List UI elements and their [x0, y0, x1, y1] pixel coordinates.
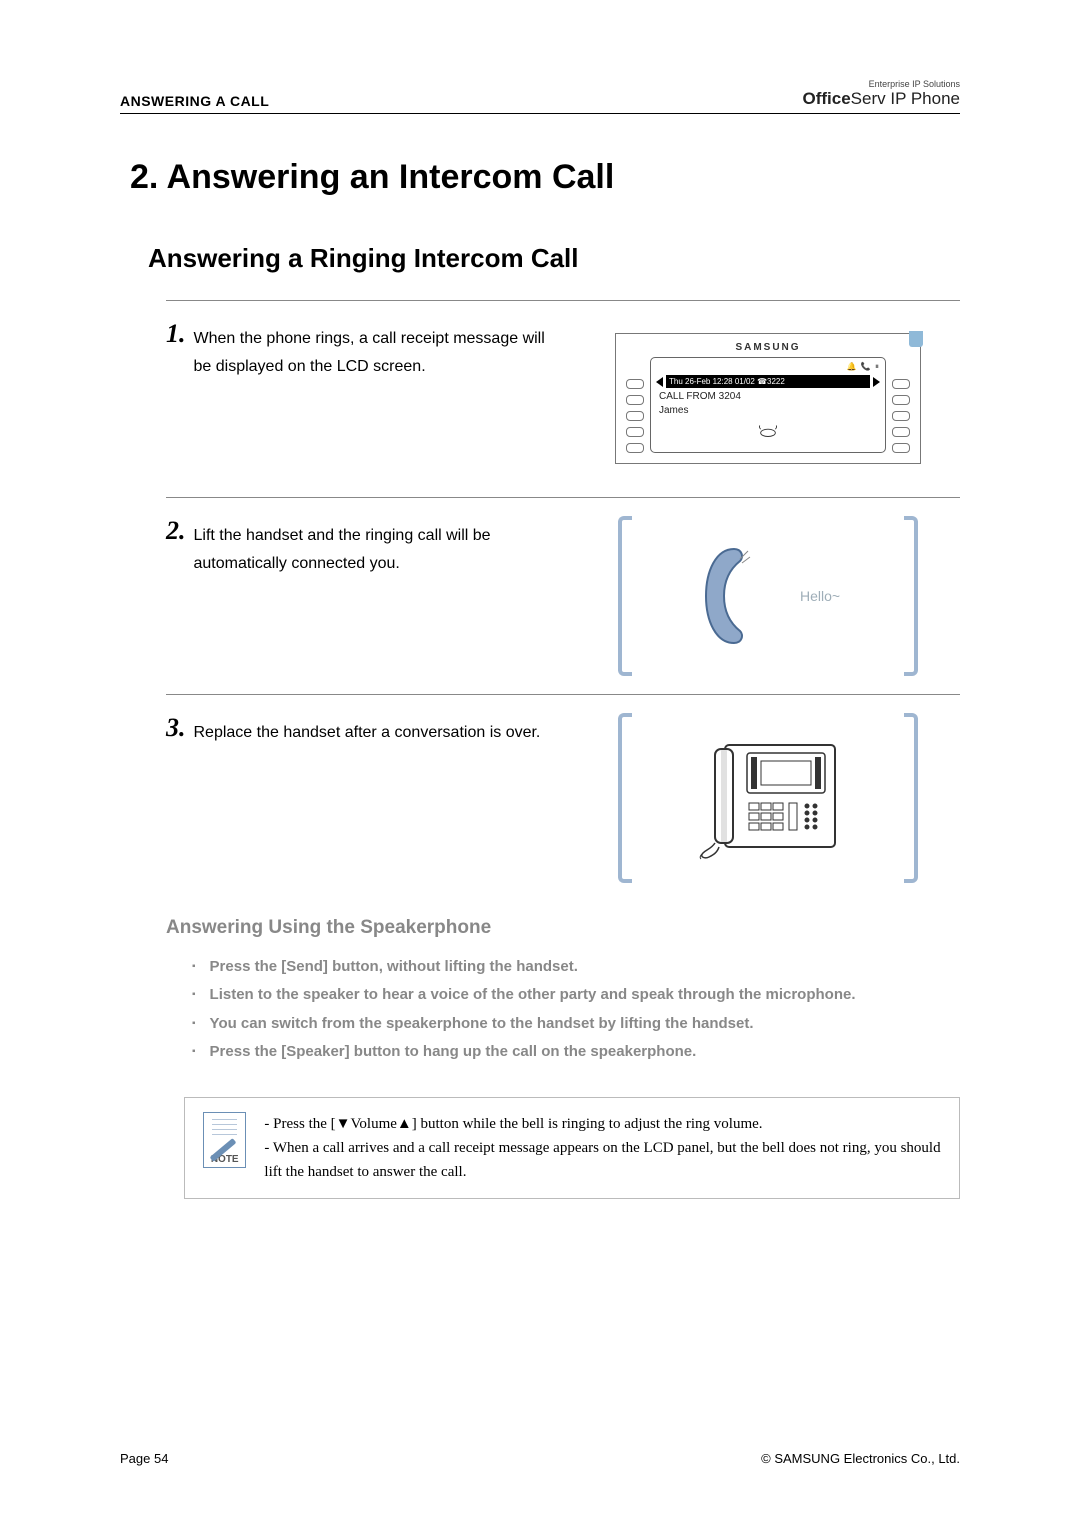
lcd-screen: 🔔 📞 ⏸ Thu 26-Feb 12:28 01/02 ☎3222 CALL … [650, 357, 886, 453]
lcd-side-button [892, 427, 910, 437]
page-number: Page 54 [120, 1451, 168, 1466]
list-item: Press the [Send] button, without lifting… [192, 953, 960, 982]
ring-icon [656, 423, 880, 442]
lcd-brand: SAMSUNG [626, 342, 910, 353]
step-2: 2. Lift the handset and the ringing call… [166, 516, 960, 676]
lcd-device: SAMSUNG 🔔 📞 ⏸ [615, 333, 921, 464]
lcd-line-1: CALL FROM 3204 [656, 391, 880, 402]
bracket-icon [904, 713, 918, 883]
step-1: 1. When the phone rings, a call receipt … [166, 319, 960, 479]
phone-figure [576, 713, 960, 883]
bracket-icon [618, 516, 632, 676]
bracket-icon [618, 713, 632, 883]
divider [166, 300, 960, 301]
step-3: 3. Replace the handset after a conversat… [166, 713, 960, 883]
step-number: 1. [166, 321, 186, 383]
step-number: 2. [166, 518, 186, 580]
lcd-left-buttons [626, 357, 644, 453]
copyright: © SAMSUNG Electronics Co., Ltd. [761, 1451, 960, 1466]
lcd-bar-text: Thu 26-Feb 12:28 01/02 ☎3222 [666, 375, 870, 388]
bracket-icon [904, 516, 918, 676]
steps: 1. When the phone rings, a call receipt … [166, 300, 960, 883]
list-item: You can switch from the speakerphone to … [192, 1010, 960, 1039]
page-header: ANSWERING A CALL Enterprise IP Solutions… [120, 80, 960, 114]
lcd-side-button [892, 379, 910, 389]
lcd-side-button [892, 443, 910, 453]
lcd-line-2: James [656, 405, 880, 416]
lcd-side-button [892, 395, 910, 405]
speakerphone-bullets: Press the [Send] button, without lifting… [192, 953, 960, 1067]
divider [166, 694, 960, 695]
lcd-side-button [626, 379, 644, 389]
list-item: Listen to the speaker to hear a voice of… [192, 981, 960, 1010]
speakerphone-heading: Answering Using the Speakerphone [166, 917, 960, 939]
right-arrow-icon [873, 377, 880, 387]
lcd-figure: SAMSUNG 🔔 📞 ⏸ [576, 319, 960, 479]
lcd-right-buttons [892, 357, 910, 453]
lcd-side-button [626, 395, 644, 405]
lcd-side-button [892, 411, 910, 421]
divider [166, 497, 960, 498]
left-arrow-icon [656, 377, 663, 387]
step-body: Lift the handset and the ringing call wi… [194, 522, 557, 580]
step-body: Replace the handset after a conversation… [194, 719, 541, 748]
step-number: 3. [166, 715, 186, 748]
header-brand: Enterprise IP Solutions OfficeServ IP Ph… [802, 80, 960, 109]
phone-device-icon [693, 733, 843, 863]
note-icon: NOTE [203, 1112, 246, 1168]
page-subtitle: Answering a Ringing Intercom Call [148, 243, 960, 274]
lcd-title-bar: Thu 26-Feb 12:28 01/02 ☎3222 [656, 375, 880, 388]
page-footer: Page 54 © SAMSUNG Electronics Co., Ltd. [120, 1451, 960, 1466]
note-box: NOTE - Press the [▼Volume▲] button while… [184, 1097, 960, 1199]
lcd-side-button [626, 443, 644, 453]
note-text: - Press the [▼Volume▲] button while the … [264, 1112, 941, 1184]
lcd-corner-icon [909, 331, 923, 347]
page-title: 2. Answering an Intercom Call [130, 158, 960, 197]
hello-text: Hello~ [800, 588, 840, 604]
list-item: Press the [Speaker] button to hang up th… [192, 1038, 960, 1067]
header-section: ANSWERING A CALL [120, 93, 269, 109]
lcd-status-icons: 🔔 📞 ⏸ [656, 362, 880, 372]
handset-icon [696, 541, 752, 651]
step-body: When the phone rings, a call receipt mes… [194, 325, 557, 383]
handset-figure: Hello~ [576, 516, 960, 676]
lcd-side-button [626, 411, 644, 421]
lcd-side-button [626, 427, 644, 437]
brand-main: OfficeServ IP Phone [802, 90, 960, 109]
